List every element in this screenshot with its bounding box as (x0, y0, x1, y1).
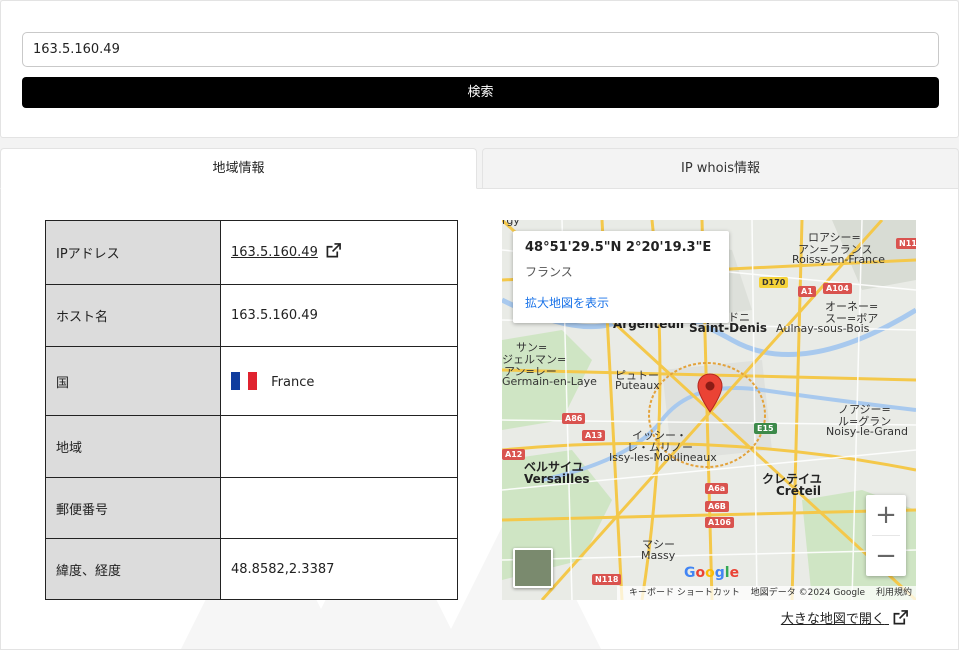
road-shield: A13 (582, 430, 606, 441)
country-label: 国 (45, 346, 221, 416)
map-label: Issy-les-Moulineaux (609, 451, 717, 464)
map-label: rgy (502, 220, 520, 227)
ip-info-table: IPアドレス 163.5.160.49 ホスト名 163.5.160.49 国 … (45, 220, 458, 600)
region-value (220, 415, 458, 478)
table-row: 郵便番号 (45, 477, 458, 539)
external-link-icon (893, 610, 908, 629)
road-shield: A104 (823, 283, 852, 294)
coordinates-text: 48°51'29.5"N 2°20'19.3"E (525, 240, 712, 255)
map-label: Puteaux (615, 379, 660, 392)
table-row: 地域 (45, 415, 458, 478)
lat-lng-value: 48.8582,2.3387 (220, 538, 458, 600)
road-shield: A1 (798, 286, 816, 297)
google-logo: Google (684, 565, 740, 581)
hostname-value: 163.5.160.49 (220, 284, 458, 347)
region-info-panel: IPアドレス 163.5.160.49 ホスト名 163.5.160.49 国 … (0, 188, 959, 650)
map-label: Roissy-en-France (792, 253, 885, 266)
road-shield: A6a (705, 483, 729, 494)
ip-address-link[interactable]: 163.5.160.49 (231, 245, 318, 260)
ip-address-label: IPアドレス (45, 220, 221, 285)
open-large-map-link[interactable]: 大きな地図で開く (781, 608, 908, 629)
road-shield: A106 (705, 517, 734, 528)
zoom-control: + − (866, 495, 906, 576)
road-shield: A6B (705, 501, 729, 512)
ip-address-cell: 163.5.160.49 (220, 220, 458, 285)
map-label: Noisy-le-Grand (826, 425, 908, 438)
external-link-icon[interactable] (326, 243, 341, 262)
region-label: 地域 (45, 415, 221, 478)
search-card: 検索 (0, 0, 959, 138)
road-shield: A12 (502, 449, 526, 460)
search-button[interactable]: 検索 (22, 77, 939, 108)
keyboard-shortcuts-link[interactable]: キーボード ショートカット (629, 588, 740, 598)
country-cell: France (220, 346, 458, 416)
postal-code-value (220, 477, 458, 539)
map-label: Aulnay-sous-Bois (776, 322, 870, 335)
road-shield: N118 (592, 574, 622, 585)
map-label: Créteil (776, 484, 821, 498)
map-label: Massy (641, 549, 676, 562)
terms-link[interactable]: 利用規約 (876, 588, 912, 598)
tab-bar: 地域情報 IP whois情報 (0, 148, 959, 189)
road-shield: E15 (754, 423, 777, 434)
ip-search-input[interactable] (22, 32, 939, 67)
hostname-label: ホスト名 (45, 284, 221, 347)
lat-lng-label: 緯度、経度 (45, 538, 221, 600)
location-pin-icon[interactable] (696, 373, 724, 413)
map-label: Versailles (524, 472, 590, 486)
road-shield: N11 (896, 238, 916, 249)
road-shield: D170 (759, 277, 789, 288)
view-larger-map-link[interactable]: 拡大地図を表示 (525, 294, 717, 311)
satellite-toggle-thumbnail[interactable] (513, 548, 553, 588)
table-row: 緯度、経度 48.8582,2.3387 (45, 538, 458, 600)
table-row: ホスト名 163.5.160.49 (45, 284, 458, 347)
map-label: Germain-en-Laye (502, 375, 597, 388)
france-flag-icon (231, 372, 257, 390)
zoom-out-button[interactable]: − (866, 536, 906, 576)
map-attribution-bar: キーボード ショートカット 地図データ ©2024 Google 利用規約 (616, 586, 916, 600)
road-shield: A86 (562, 413, 586, 424)
country-text: フランス (525, 265, 573, 279)
google-map[interactable]: rgy ロアシー= アン=フランス Roissy-en-France オーネー=… (502, 220, 916, 600)
map-info-window: 48°51'29.5"N 2°20'19.3"E フランス 拡大地図を表示 (513, 231, 729, 323)
zoom-in-button[interactable]: + (866, 495, 906, 535)
table-row: IPアドレス 163.5.160.49 (45, 220, 458, 285)
postal-code-label: 郵便番号 (45, 477, 221, 539)
map-data-text: 地図データ ©2024 Google (750, 588, 866, 598)
tab-region-info[interactable]: 地域情報 (0, 148, 477, 189)
open-large-map-label: 大きな地図で開く (780, 612, 885, 627)
map-label: Saint-Denis (689, 321, 768, 335)
table-row: 国 France (45, 346, 458, 416)
country-value: France (271, 375, 315, 390)
tab-ip-whois[interactable]: IP whois情報 (482, 148, 959, 189)
